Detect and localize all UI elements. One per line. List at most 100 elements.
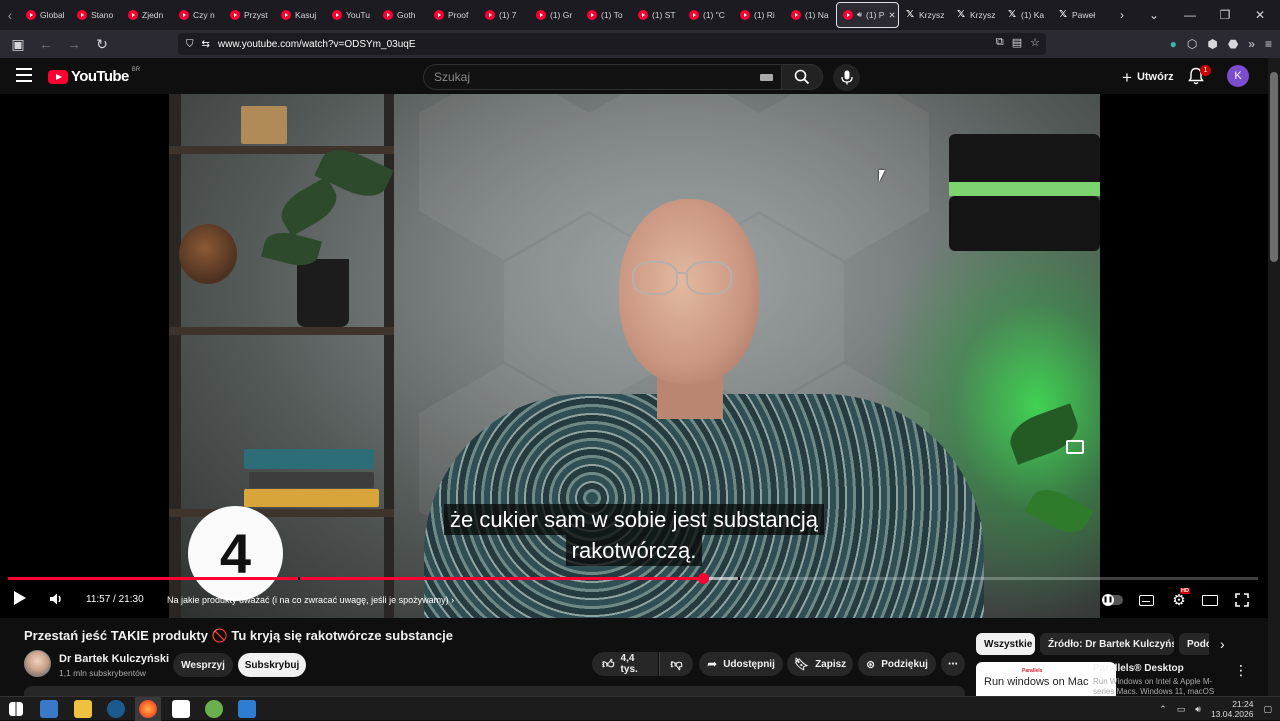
browser-tab[interactable]: 𝕏 Krzysz: [950, 2, 1001, 28]
ad-title[interactable]: Parallels® Desktop: [1093, 663, 1184, 674]
subscribe-button[interactable]: Subskrybuj: [238, 653, 306, 677]
notion-icon[interactable]: [172, 700, 190, 718]
browser-tab[interactable]: (1) Gr: [530, 2, 581, 28]
browser-tab[interactable]: 🔊︎ (1) P ✕: [836, 2, 899, 28]
network-icon[interactable]: ▭: [1177, 704, 1186, 715]
notifications-button[interactable]: 1: [1188, 65, 1211, 87]
computer-icon[interactable]: [40, 700, 58, 718]
progress-bar[interactable]: [8, 573, 1258, 584]
fullscreen-button[interactable]: [1234, 592, 1250, 608]
file-explorer-icon[interactable]: [74, 700, 92, 718]
speaker-icon[interactable]: 🔊︎: [1195, 704, 1201, 715]
more-actions-button[interactable]: ⋯: [941, 652, 965, 676]
extension-shield-icon[interactable]: ●: [1170, 37, 1177, 51]
youtube-logo[interactable]: YouTube BR: [48, 67, 140, 85]
ad-menu-icon[interactable]: ⋮: [1234, 662, 1248, 679]
extensions-puzzle-icon[interactable]: ⬡: [1187, 37, 1197, 51]
chapter-title[interactable]: Na jakie produkty uważać (i na co zwraca…: [167, 595, 454, 605]
autoplay-toggle[interactable]: ❚❚: [1102, 592, 1124, 608]
close-window-icon[interactable]: ✕: [1240, 0, 1280, 30]
description-box[interactable]: [24, 686, 965, 696]
browser-tab[interactable]: Global: [20, 2, 71, 28]
share-button[interactable]: ➦ Udostępnij: [699, 652, 783, 676]
reader-view-icon[interactable]: ▤: [1012, 36, 1022, 49]
search-input[interactable]: Szukaj: [423, 64, 781, 90]
ublock-icon[interactable]: ⬣: [1228, 37, 1238, 51]
bookmark-star-icon[interactable]: ☆: [1030, 36, 1040, 49]
volume-icon[interactable]: [48, 591, 64, 607]
minimize-window-icon[interactable]: —: [1170, 0, 1210, 30]
browser-tab[interactable]: Proof: [428, 2, 479, 28]
browser-tab[interactable]: Goth: [377, 2, 428, 28]
search-button[interactable]: [781, 64, 823, 90]
settings-button[interactable]: ⚙ HD: [1170, 588, 1190, 609]
back-icon[interactable]: ←: [34, 32, 58, 56]
list-all-tabs-icon[interactable]: ⌄: [1138, 0, 1170, 30]
shield-icon[interactable]: ⛉: [186, 39, 194, 50]
forward-icon[interactable]: →: [62, 32, 86, 56]
chips-next-icon[interactable]: ›: [1220, 636, 1225, 652]
scrubber-knob[interactable]: [698, 573, 709, 584]
scrollbar-thumb[interactable]: [1270, 72, 1278, 262]
tabs-scroll-right-icon[interactable]: ›: [1106, 0, 1138, 30]
play-icon[interactable]: [14, 591, 26, 605]
guide-menu-icon[interactable]: [16, 68, 32, 82]
windows-start-icon[interactable]: [9, 702, 23, 716]
steam-icon[interactable]: [107, 700, 125, 718]
chip-channel-source[interactable]: Źródło: Dr Bartek Kulczyński: [1040, 633, 1174, 655]
browser-tab[interactable]: (1) "C: [683, 2, 734, 28]
app-menu-icon[interactable]: ≡: [1265, 37, 1272, 51]
browser-tab[interactable]: (1) ST: [632, 2, 683, 28]
thanks-button[interactable]: ⊛ Podziękuj: [858, 652, 936, 676]
subtitles-button[interactable]: [1138, 592, 1154, 608]
browser-tab[interactable]: (1) 7: [479, 2, 530, 28]
like-button[interactable]: 👍︎ 4,4 tys.: [592, 652, 658, 676]
browser-tab[interactable]: 𝕏 Krzysz: [899, 2, 950, 28]
voice-search-button[interactable]: [833, 64, 860, 91]
browser-tab[interactable]: YouTu: [326, 2, 377, 28]
keyboard-icon[interactable]: [760, 74, 773, 81]
url-text[interactable]: www.youtube.com/watch?v=ODSYm_03uqE: [218, 39, 416, 50]
page-scrollbar[interactable]: [1268, 58, 1280, 696]
more-tools-icon[interactable]: »: [1248, 37, 1255, 51]
theater-mode-button[interactable]: [1202, 592, 1218, 608]
account-avatar[interactable]: K: [1227, 65, 1249, 87]
browser-tab[interactable]: (1) To: [581, 2, 632, 28]
autoplay-toggle-track: ❚❚: [1102, 594, 1123, 606]
page-permissions-icon[interactable]: ⇆: [202, 39, 210, 50]
notification-center-icon[interactable]: ▢: [1263, 704, 1272, 715]
browser-tab[interactable]: Kasuj: [275, 2, 326, 28]
chip-all[interactable]: Wszystkie: [976, 633, 1035, 655]
close-tab-icon[interactable]: ✕: [888, 10, 895, 21]
tray-overflow-icon[interactable]: ⌃: [1159, 704, 1167, 715]
browser-tab[interactable]: 𝕏 (1) Ka: [1001, 2, 1052, 28]
create-button[interactable]: + Utwórz: [1114, 65, 1182, 89]
chip-related[interactable]: Podo: [1179, 633, 1209, 655]
browser-tab[interactable]: Zjedn: [122, 2, 173, 28]
restore-window-icon[interactable]: ❐: [1210, 0, 1240, 30]
video-player[interactable]: 4 że cukier sam w sobie jest substancją …: [0, 94, 1268, 618]
audio-playing-icon[interactable]: 🔊︎: [857, 10, 862, 20]
sidebar-toggle-icon[interactable]: ▣: [6, 32, 30, 56]
browser-tab[interactable]: Czy n: [173, 2, 224, 28]
calculator-icon[interactable]: [238, 700, 256, 718]
save-button[interactable]: 🔖︎ Zapisz: [787, 652, 853, 676]
browser-tab[interactable]: Stano: [71, 2, 122, 28]
picture-in-picture-icon[interactable]: ⧉: [996, 36, 1004, 49]
tabs-scroll-left-icon[interactable]: ‹: [0, 0, 20, 30]
channel-name[interactable]: Dr Bartek Kulczyński: [59, 653, 169, 665]
miniplayer-icon[interactable]: [1066, 440, 1084, 454]
clock[interactable]: 21:24 13.04.2026: [1211, 699, 1254, 719]
browser-tab[interactable]: (1) Ri: [734, 2, 785, 28]
firefox-icon[interactable]: [139, 700, 157, 718]
network-tool-icon[interactable]: [205, 700, 223, 718]
browser-tab[interactable]: Przyst: [224, 2, 275, 28]
browser-tab[interactable]: 𝕏 Paweł: [1052, 2, 1103, 28]
join-button[interactable]: Wesprzyj: [173, 653, 233, 677]
channel-avatar[interactable]: [24, 650, 51, 677]
reload-icon[interactable]: ↻: [90, 32, 114, 56]
vpn-icon[interactable]: ⬢: [1207, 37, 1217, 51]
browser-tab[interactable]: (1) Na: [785, 2, 836, 28]
url-bar[interactable]: ⛉ ⇆ www.youtube.com/watch?v=ODSYm_03uqE …: [178, 33, 1046, 55]
dislike-button[interactable]: 👎︎: [659, 652, 693, 676]
